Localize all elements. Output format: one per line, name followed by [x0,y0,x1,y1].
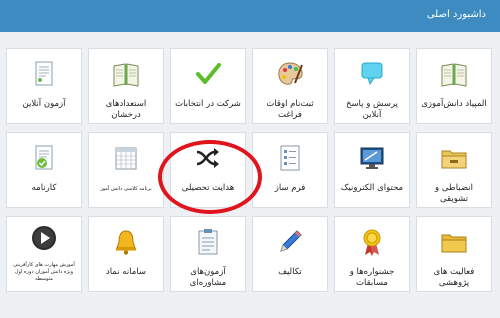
dashboard-header: داشبورد اصلی [0,0,500,32]
tile-festivals[interactable]: جشنواره‌ها و مسابقات [334,216,410,292]
award-ribbon-icon [357,227,387,257]
tile-talents[interactable]: استعدادهای درخشان [88,48,164,124]
chat-bubble-icon [357,59,387,89]
calendar-icon [111,143,141,173]
clipboard-icon [193,227,223,257]
tile-label: آزمون آنلاین [22,99,66,109]
paint-palette-icon [275,59,305,89]
display-icon [357,143,387,173]
tile-report-card[interactable]: کارنامه [6,132,82,208]
tile-homework[interactable]: تکالیف [252,216,328,292]
dashboard-title: داشبورد اصلی [426,9,486,20]
tile-leisure-registration[interactable]: ثبت‌نام اوقات فراغت [252,48,328,124]
tile-label: ثبت‌نام اوقات فراغت [266,99,314,120]
folder-icon [439,143,469,173]
tile-research[interactable]: فعالیت های پژوهشی [416,216,492,292]
tile-e-content[interactable]: محتوای الکترونیک [334,132,410,208]
video-play-icon [29,223,59,253]
tile-label: آموزش مهارت های کارآفرینی ویژه دانش آموز… [13,262,75,282]
tile-label: انضباطی و تشویقی [435,183,473,204]
tile-label: فرم ساز [274,183,306,193]
pencil-icon [275,227,305,257]
tile-discipline[interactable]: انضباطی و تشویقی [416,132,492,208]
tile-label: برنامه کلاسی دانش آموز [100,186,152,192]
form-icon [275,143,305,173]
tile-form-builder[interactable]: فرم ساز [252,132,328,208]
tile-entrepreneurship-training[interactable]: آموزش مهارت های کارآفرینی ویژه دانش آموز… [6,216,82,292]
tile-online-exam[interactable]: آزمون آنلاین [6,48,82,124]
tile-label: پرسش و پاسخ آنلاین [345,99,399,120]
tile-elections[interactable]: شرکت در انتخابات [170,48,246,124]
shuffle-icon [193,143,223,173]
folder-icon [439,227,469,257]
tile-online-qa[interactable]: پرسش و پاسخ آنلاین [334,48,410,124]
dashboard-tile-grid: المپیاد دانش‌آموزی پرسش و پاسخ آنلاین ثب… [4,48,496,318]
bell-icon [111,227,141,257]
tile-olympiad[interactable]: المپیاد دانش‌آموزی [416,48,492,124]
tile-label: جشنواره‌ها و مسابقات [349,267,395,288]
document-icon [29,59,59,89]
tile-label: آزمون‌های مشاوره‌ای [189,267,227,288]
tile-label: هدایت تحصیلی [181,183,235,193]
tile-namad-system[interactable]: سامانه نماد [88,216,164,292]
tile-counseling-tests[interactable]: آزمون‌های مشاوره‌ای [170,216,246,292]
tile-label: المپیاد دانش‌آموزی [421,99,487,109]
tile-label: استعدادهای درخشان [105,99,147,120]
tile-label: فعالیت های پژوهشی [433,267,475,288]
tile-label: محتوای الکترونیک [340,183,404,193]
book-icon [111,59,141,89]
tile-class-schedule[interactable]: برنامه کلاسی دانش آموز [88,132,164,208]
tile-academic-guidance[interactable]: هدایت تحصیلی [170,132,246,208]
tile-label: سامانه نماد [105,267,147,277]
tile-label: کارنامه [31,183,57,193]
book-icon [439,59,469,89]
tile-label: تکالیف [278,267,302,277]
tile-label: شرکت در انتخابات [175,99,241,109]
checkmark-icon [193,59,223,89]
report-card-icon [29,143,59,173]
